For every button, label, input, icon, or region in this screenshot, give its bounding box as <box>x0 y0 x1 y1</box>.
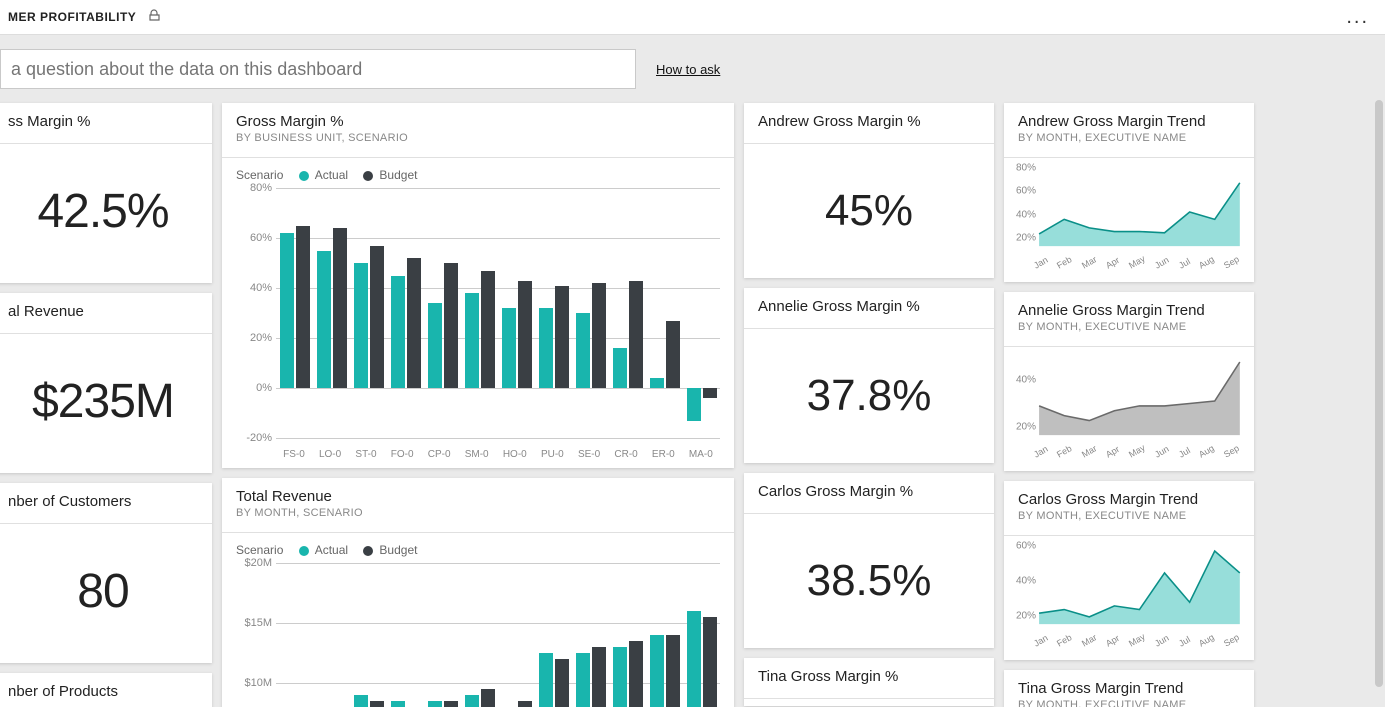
tile-title: al Revenue <box>8 303 198 320</box>
tile-subtitle: BY BUSINESS UNIT, SCENARIO <box>236 132 720 144</box>
tile-title: Carlos Gross Margin % <box>758 483 980 500</box>
tile-title: Tina Gross Margin Trend <box>1018 680 1240 697</box>
page-title: MER PROFITABILITY <box>8 10 136 24</box>
top-bar: MER PROFITABILITY ... <box>0 0 1385 35</box>
tile-number-customers[interactable]: nber of Customers 80 <box>0 483 212 663</box>
tile-number-products[interactable]: nber of Products <box>0 673 212 707</box>
legend-item: Actual <box>315 168 348 182</box>
legend-label: Scenario <box>236 543 283 557</box>
legend: Scenario Actual Budget <box>222 158 734 188</box>
legend-item: Budget <box>379 543 417 557</box>
more-menu-button[interactable]: ... <box>1338 6 1377 29</box>
tile-tina-trend[interactable]: Tina Gross Margin Trend BY MONTH, EXECUT… <box>1004 670 1254 707</box>
legend-label: Scenario <box>236 168 283 182</box>
bar-chart: -20%0%20%40%60%80%FS-0LO-0ST-0FO-0CP-0SM… <box>222 188 734 468</box>
tile-tina-gm[interactable]: Tina Gross Margin % <box>744 658 994 706</box>
legend-swatch-actual <box>299 171 309 181</box>
tile-subtitle: BY MONTH, EXECUTIVE NAME <box>1018 510 1240 522</box>
tile-title: Andrew Gross Margin % <box>758 113 980 130</box>
tile-title: Annelie Gross Margin Trend <box>1018 302 1240 319</box>
tile-title: Total Revenue <box>236 488 720 505</box>
tile-total-revenue-kpi[interactable]: al Revenue $235M <box>0 293 212 473</box>
tile-annelie-gm[interactable]: Annelie Gross Margin % 37.8% <box>744 288 994 463</box>
tile-gross-margin-by-bu[interactable]: Gross Margin % BY BUSINESS UNIT, SCENARI… <box>222 103 734 468</box>
tile-title: ss Margin % <box>8 113 198 130</box>
legend-swatch-budget <box>363 171 373 181</box>
tile-andrew-gm[interactable]: Andrew Gross Margin % 45% <box>744 103 994 278</box>
legend-swatch-actual <box>299 546 309 556</box>
kpi-value: $235M <box>0 334 212 473</box>
tile-title: nber of Customers <box>8 493 198 510</box>
tile-andrew-trend[interactable]: Andrew Gross Margin Trend BY MONTH, EXEC… <box>1004 103 1254 282</box>
tile-annelie-trend[interactable]: Annelie Gross Margin Trend BY MONTH, EXE… <box>1004 292 1254 471</box>
kpi-value: 45% <box>744 144 994 278</box>
legend-swatch-budget <box>363 546 373 556</box>
tile-subtitle: BY MONTH, EXECUTIVE NAME <box>1018 699 1240 707</box>
legend: Scenario Actual Budget <box>222 533 734 563</box>
legend-item: Actual <box>315 543 348 557</box>
dashboard: ss Margin % 42.5% al Revenue $235M nber … <box>0 103 1385 707</box>
tile-title: Gross Margin % <box>236 113 720 130</box>
area-chart: 20%40%60%80%JanFebMarAprMayJunJulAugSep <box>1014 164 1244 274</box>
bar-chart: $10M$15M$20MJanFebMarAprMayJunJulAugSepO… <box>222 563 734 707</box>
tile-title: Andrew Gross Margin Trend <box>1018 113 1240 130</box>
kpi-value: 38.5% <box>744 514 994 648</box>
kpi-value: 80 <box>0 524 212 663</box>
kpi-value: 37.8% <box>744 329 994 463</box>
area-chart: 20%40%60%JanFebMarAprMayJunJulAugSep <box>1014 542 1244 652</box>
kpi-value: 42.5% <box>0 144 212 283</box>
qna-input[interactable] <box>0 49 636 89</box>
legend-item: Budget <box>379 168 417 182</box>
tile-title: Carlos Gross Margin Trend <box>1018 491 1240 508</box>
scrollbar[interactable] <box>1375 100 1383 687</box>
how-to-ask-link[interactable]: How to ask <box>656 62 720 77</box>
tile-carlos-trend[interactable]: Carlos Gross Margin Trend BY MONTH, EXEC… <box>1004 481 1254 660</box>
tile-subtitle: BY MONTH, EXECUTIVE NAME <box>1018 321 1240 333</box>
tile-title: Tina Gross Margin % <box>758 668 980 685</box>
lock-icon <box>149 9 160 24</box>
qna-row: How to ask <box>0 35 1385 103</box>
tile-subtitle: BY MONTH, SCENARIO <box>236 507 720 519</box>
tile-title: nber of Products <box>8 683 198 700</box>
tile-title: Annelie Gross Margin % <box>758 298 980 315</box>
tile-carlos-gm[interactable]: Carlos Gross Margin % 38.5% <box>744 473 994 648</box>
tile-total-revenue-by-month[interactable]: Total Revenue BY MONTH, SCENARIO Scenari… <box>222 478 734 707</box>
tile-gross-margin-pct[interactable]: ss Margin % 42.5% <box>0 103 212 283</box>
tile-subtitle: BY MONTH, EXECUTIVE NAME <box>1018 132 1240 144</box>
area-chart: 20%40%JanFebMarAprMayJunJulAugSep <box>1014 353 1244 463</box>
